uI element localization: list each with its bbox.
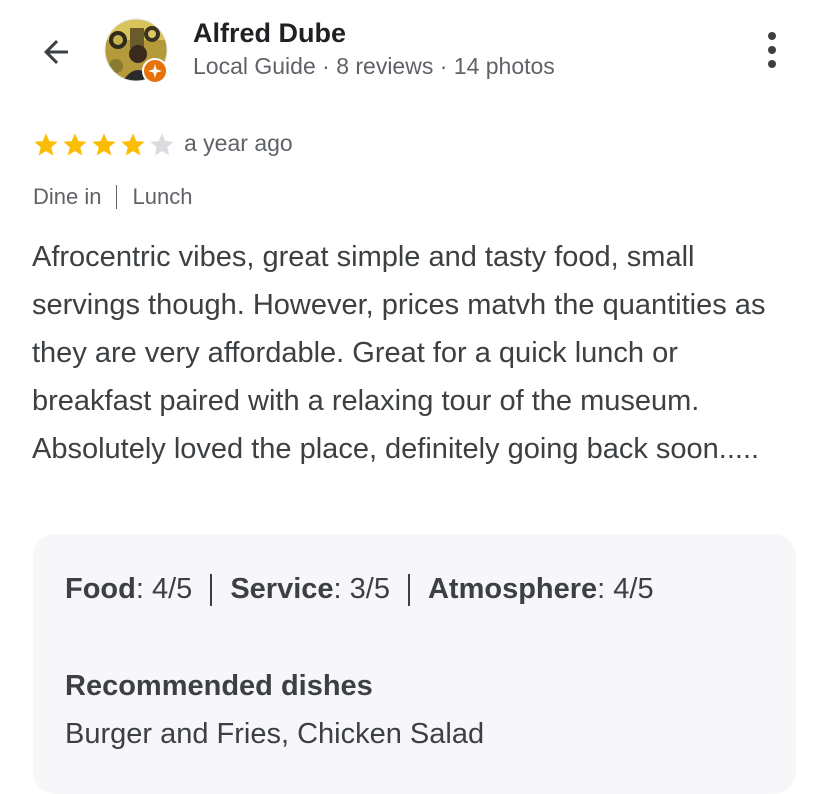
rating-divider xyxy=(407,573,410,606)
tag-dine-in: Dine in xyxy=(33,184,102,209)
recommended-dishes-title: Recommended dishes xyxy=(65,670,373,702)
reviewer-name[interactable]: Alfred Dube xyxy=(193,18,346,49)
more-options-button[interactable] xyxy=(750,28,794,72)
category-ratings: Food: 4/5 Service: 3/5 Atmosphere: 4/5 xyxy=(65,573,654,606)
avatar[interactable] xyxy=(104,18,168,84)
tag-lunch: Lunch xyxy=(132,184,193,209)
rating-food: Food: 4/5 xyxy=(65,573,193,605)
local-guide-badge-icon xyxy=(142,58,168,84)
tag-divider xyxy=(116,185,118,209)
star-empty-icon xyxy=(150,133,174,156)
visit-tags: Dine in Lunch xyxy=(33,184,192,210)
star-filled-icon xyxy=(34,133,58,156)
recommended-dishes-list: Burger and Fries, Chicken Salad xyxy=(65,718,485,750)
arrow-left-icon xyxy=(44,40,68,64)
star-filled-icon xyxy=(63,133,87,156)
review-text: Afrocentric vibes, great simple and tast… xyxy=(32,241,766,465)
star-rating xyxy=(32,131,176,159)
review-date: a year ago xyxy=(184,130,293,156)
back-button[interactable] xyxy=(30,26,82,78)
rating-divider xyxy=(210,573,213,606)
rating-atmosphere: Atmosphere: 4/5 xyxy=(427,573,654,605)
star-filled-icon xyxy=(92,133,116,156)
rating-service: Service: 3/5 xyxy=(230,573,390,605)
star-filled-icon xyxy=(121,133,145,156)
reviewer-meta: Local Guide · 8 reviews · 14 photos xyxy=(193,53,555,79)
more-vertical-icon xyxy=(768,32,776,68)
